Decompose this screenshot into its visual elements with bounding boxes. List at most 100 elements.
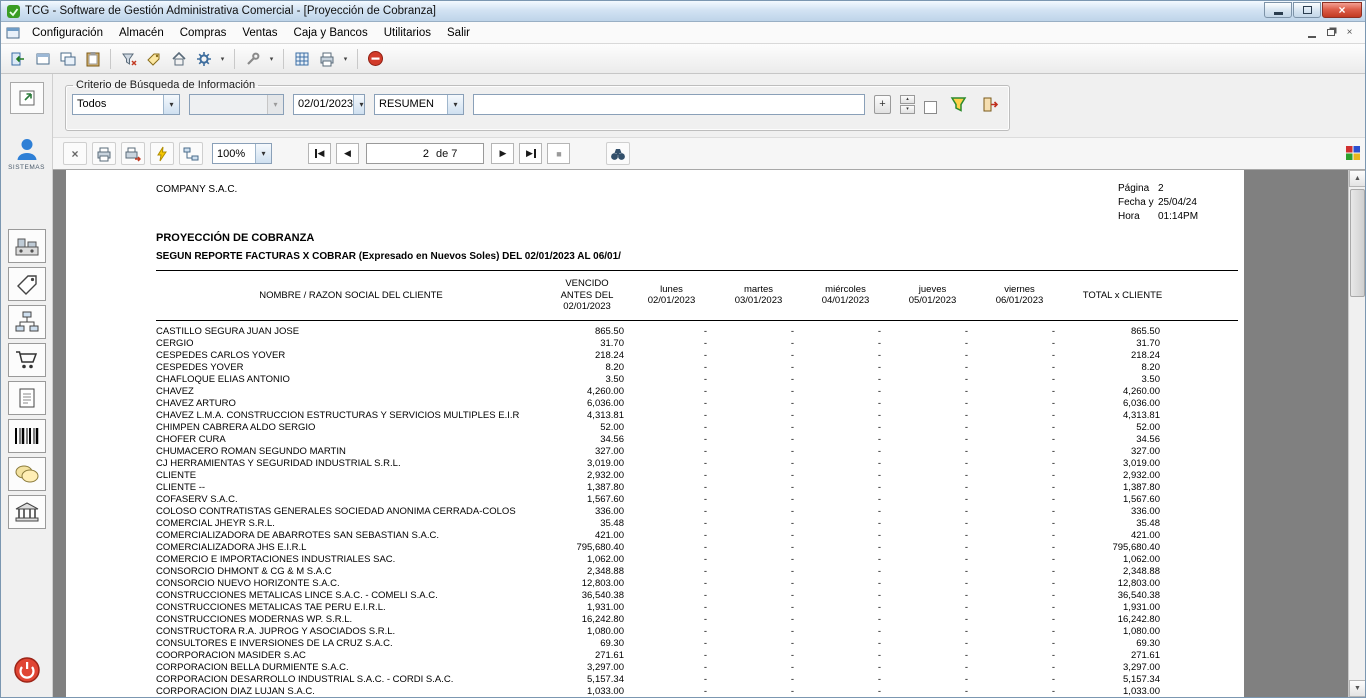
search-input[interactable] [473,94,865,115]
chevron-down-icon[interactable]: ▾ [163,95,179,114]
table-cell: - [802,494,889,506]
table-cell: - [628,386,715,398]
menu-item-salir[interactable]: Salir [439,24,478,42]
clear-filter-button[interactable] [117,47,140,70]
table-cell: - [976,626,1063,638]
add-criteria-button[interactable]: + [874,95,891,114]
print-dropdown-button[interactable]: ▾ [340,47,351,70]
print-button[interactable] [315,47,338,70]
shutdown-button[interactable] [364,47,387,70]
spin-up-button[interactable]: ▴ [900,95,915,104]
table-cell: - [976,686,1063,698]
copy-window-button[interactable] [56,47,79,70]
spin-down-button[interactable]: ▾ [900,105,915,114]
mdi-restore-button[interactable] [1322,25,1339,40]
scroll-up-button[interactable]: ▲ [1349,170,1365,187]
settings-dropdown-button[interactable]: ▾ [217,47,228,70]
next-page-button[interactable]: ▶ [491,143,514,164]
sidebar-item-coins[interactable] [8,457,46,491]
new-window-button[interactable] [31,47,54,70]
table-cell: - [715,518,802,530]
table-cell: - [715,320,802,338]
close-button[interactable]: × [1322,2,1362,18]
menu-item-configuraci-n[interactable]: Configuración [24,24,111,42]
last-page-button[interactable]: ▶ [519,143,542,164]
window-mode-button[interactable] [1343,143,1363,163]
table-row: CONSORCIO DHMONT & CG & M S.A.C2,348.88-… [156,566,1238,578]
secondary-combo[interactable]: ▾ [189,94,284,115]
table-cell: - [628,518,715,530]
sidebar-item-barcode[interactable] [8,419,46,453]
tools-wrench-button[interactable] [241,47,264,70]
prev-page-button[interactable]: ◀ [336,143,359,164]
mdi-close-button[interactable]: × [1341,25,1358,40]
table-cell: - [628,320,715,338]
mode-combo[interactable]: RESUMEN ▾ [374,94,464,115]
scroll-down-button[interactable]: ▼ [1349,680,1365,697]
power-off-button[interactable] [12,655,42,685]
table-cell: - [802,470,889,482]
table-cell: - [802,386,889,398]
report-toolbar: × 100% ▾ ◀ ◀ [53,138,1365,170]
refresh-report-button[interactable] [150,142,174,165]
table-cell: 3,297.00 [1063,662,1238,674]
sidebar-item-shopping-cart[interactable] [8,343,46,377]
group-tree-button[interactable] [179,142,203,165]
tag-button[interactable] [142,47,165,70]
menu-item-caja-y-bancos[interactable]: Caja y Bancos [286,24,376,42]
table-cell: 69.30 [1063,638,1238,650]
paste-clipboard-button[interactable] [81,47,104,70]
export-report-icon [125,146,141,162]
menu-item-compras[interactable]: Compras [172,24,235,42]
zoom-combo[interactable]: 100% ▾ [212,143,272,164]
table-cell: 4,313.81 [546,410,628,422]
vertical-scrollbar[interactable]: ▲ ▼ [1348,170,1365,697]
first-page-button[interactable]: ◀ [308,143,331,164]
minimize-button[interactable] [1264,2,1292,18]
sidebar-item-price-tag[interactable] [8,267,46,301]
open-form-button[interactable] [10,82,44,114]
table-cell: - [889,494,976,506]
close-report-icon: × [71,147,78,161]
table-cell: - [802,482,889,494]
keypad-button[interactable] [290,47,313,70]
close-report-button[interactable]: × [63,142,87,165]
chevron-down-icon[interactable]: ▾ [255,144,271,163]
export-report-button[interactable] [121,142,145,165]
sidebar-item-flowchart[interactable] [8,305,46,339]
home-button[interactable] [167,47,190,70]
page-number-input[interactable] [367,145,429,162]
date-combo[interactable]: 02/01/2023 ▾ [293,94,365,115]
criteria-checkbox[interactable] [924,101,937,114]
print-report-button[interactable] [92,142,116,165]
table-cell: CORPORACION DESARROLLO INDUSTRIAL S.A.C.… [156,674,546,686]
menu-item-ventas[interactable]: Ventas [234,24,285,42]
stop-icon: ■ [556,149,561,159]
find-button[interactable] [606,142,630,165]
table-cell: CHAVEZ ARTURO [156,398,546,410]
table-row: CHUMACERO ROMAN SEGUNDO MARTIN327.00----… [156,446,1238,458]
chevron-down-icon[interactable]: ▾ [447,95,463,114]
apply-filter-button[interactable] [946,93,970,115]
sidebar-item-bank[interactable] [8,495,46,529]
table-cell: - [715,602,802,614]
scroll-thumb[interactable] [1350,189,1365,297]
tools-dropdown-button[interactable]: ▾ [266,47,277,70]
table-cell: - [889,506,976,518]
bank-icon [14,501,40,523]
menu-item-almac-n[interactable]: Almacén [111,24,172,42]
settings-gear-button[interactable] [192,47,215,70]
spin-down-icon: ▾ [906,107,909,112]
sidebar-item-production[interactable] [8,229,46,263]
table-row: CORPORACION DIAZ LUJAN S.A.C.1,033.00---… [156,686,1238,698]
mdi-minimize-button[interactable] [1303,25,1320,40]
exit-search-button[interactable] [979,93,1003,115]
maximize-button[interactable] [1293,2,1321,18]
chevron-down-icon[interactable]: ▾ [353,95,365,114]
last-page-bar [534,149,536,158]
stop-loading-button[interactable]: ■ [547,143,570,164]
filter-combo[interactable]: Todos ▾ [72,94,180,115]
menu-item-utilitarios[interactable]: Utilitarios [376,24,439,42]
sidebar-item-clipboard[interactable] [8,381,46,415]
exit-form-button[interactable] [6,47,29,70]
